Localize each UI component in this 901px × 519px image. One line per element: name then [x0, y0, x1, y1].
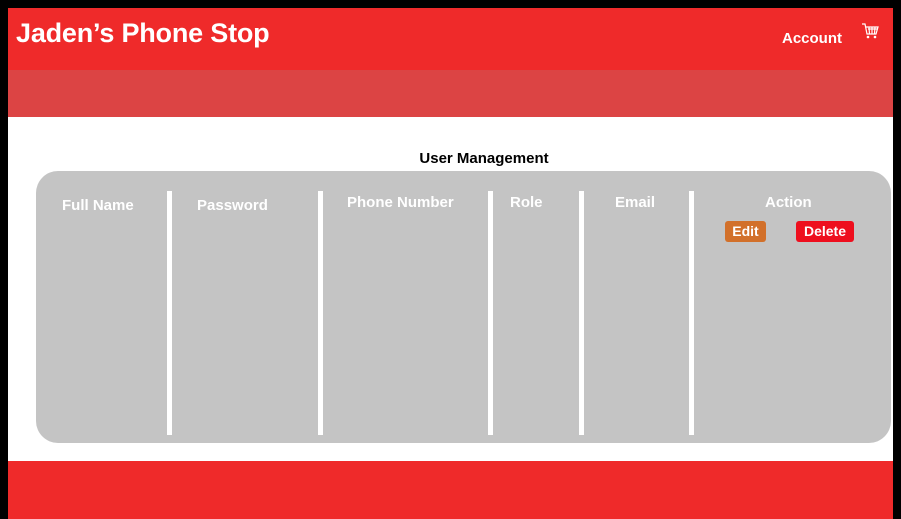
delete-button[interactable]: Delete: [796, 221, 854, 242]
column-divider: [488, 191, 493, 435]
column-header-email: Email: [615, 194, 656, 211]
app-frame: Jaden’s Phone Stop Account User Manageme…: [8, 8, 893, 519]
column-divider: [579, 191, 584, 435]
column-divider: [167, 191, 172, 435]
user-table-panel: Full Name Password Phone Number Role Ema…: [36, 171, 891, 443]
nav-subbar: [8, 70, 893, 117]
footer-bar: [8, 461, 893, 519]
cart-icon[interactable]: [861, 22, 879, 40]
top-header: Jaden’s Phone Stop Account: [8, 8, 893, 70]
column-header-role: Role: [510, 194, 543, 211]
column-header-phone-number: Phone Number: [347, 194, 454, 211]
column-header-full-name: Full Name: [62, 197, 134, 214]
column-divider: [689, 191, 694, 435]
brand-title[interactable]: Jaden’s Phone Stop: [16, 18, 270, 49]
edit-button[interactable]: Edit: [725, 221, 766, 242]
column-header-password: Password: [197, 197, 268, 214]
account-link[interactable]: Account: [782, 30, 842, 47]
column-header-action: Action: [765, 194, 812, 211]
column-divider: [318, 191, 323, 435]
page-title: User Management: [419, 150, 549, 167]
